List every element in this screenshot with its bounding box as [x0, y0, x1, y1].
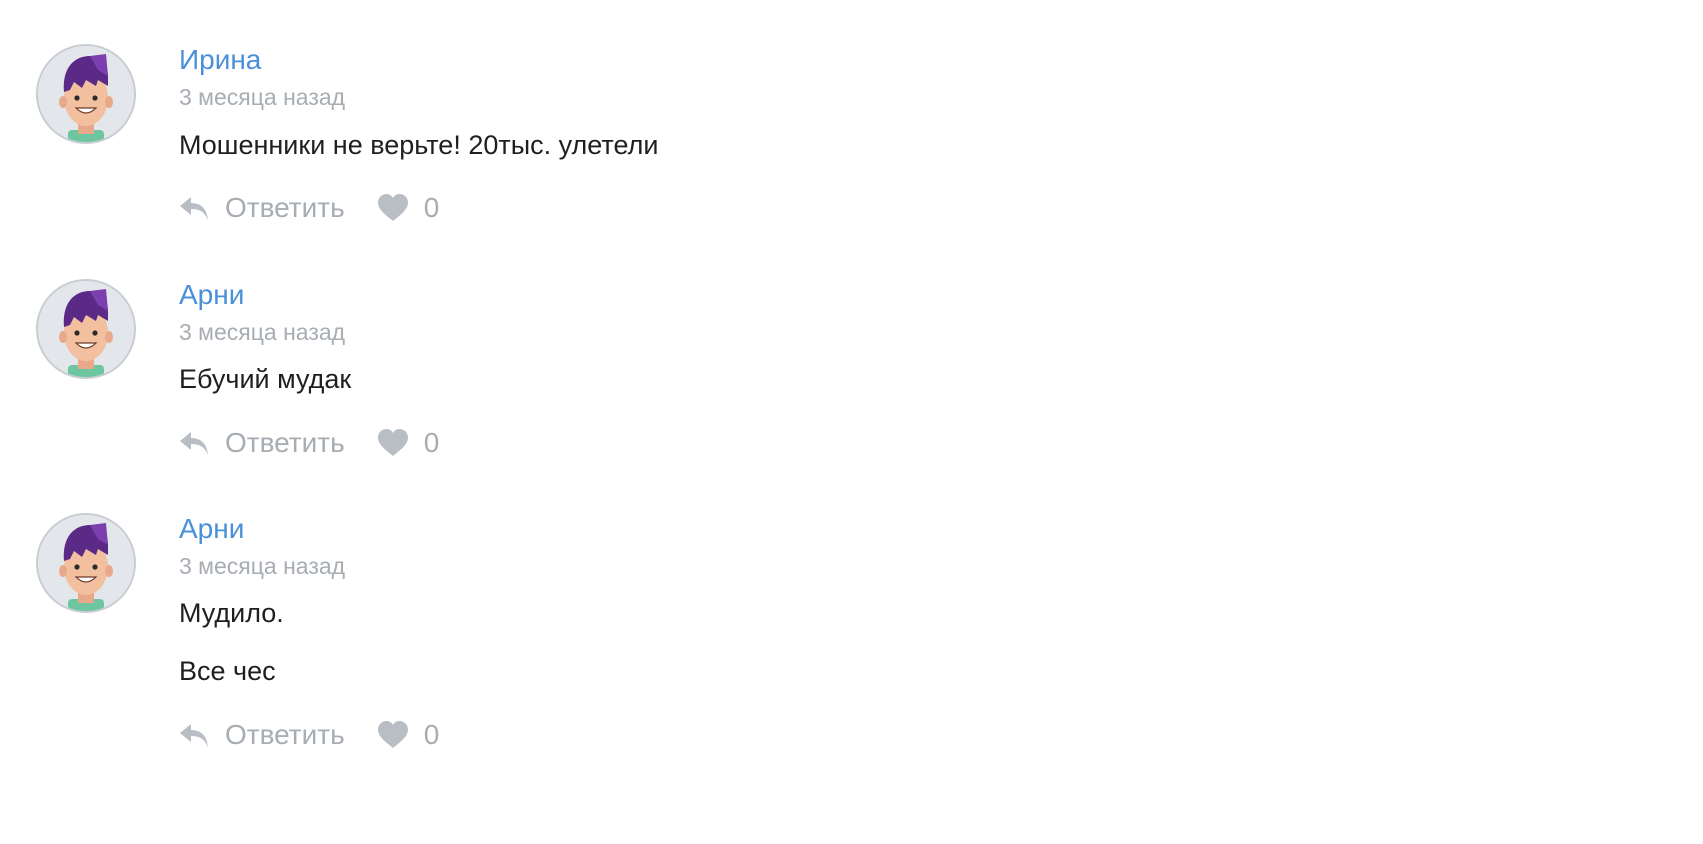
comment-actions: Ответить 0 — [179, 717, 439, 753]
author-name[interactable]: Арни — [179, 279, 244, 311]
cartoon-man-avatar-icon — [38, 515, 134, 611]
reply-arrow-icon — [180, 724, 208, 747]
like-button[interactable]: 0 — [377, 192, 440, 224]
comment-actions: Ответить 0 — [179, 190, 439, 226]
reply-label: Ответить — [225, 427, 345, 458]
comment-timestamp: 3 месяца назад — [179, 553, 346, 579]
reply-arrow-icon — [180, 197, 208, 220]
reply-label: Ответить — [225, 192, 345, 223]
avatar[interactable] — [36, 279, 136, 379]
like-button[interactable]: 0 — [377, 719, 440, 751]
like-count: 0 — [423, 192, 440, 223]
cartoon-man-avatar-icon — [38, 281, 134, 377]
comment-timestamp: 3 месяца назад — [179, 84, 346, 110]
like-count: 0 — [423, 719, 440, 750]
comment-text: Все чес — [179, 656, 276, 686]
avatar[interactable] — [36, 513, 136, 613]
cartoon-man-avatar-icon — [38, 46, 134, 142]
author-name[interactable]: Арни — [179, 513, 244, 545]
comment-text: Мудило. — [179, 598, 284, 628]
reply-label: Ответить — [225, 719, 345, 750]
like-count: 0 — [423, 427, 440, 458]
heart-icon — [377, 721, 408, 748]
heart-icon — [377, 429, 408, 456]
comment-text: Ебучий мудак — [179, 364, 352, 394]
heart-icon — [377, 194, 408, 221]
comment-text: Мошенники не верьте! 20тыс. улетели — [179, 130, 659, 160]
avatar[interactable] — [36, 44, 136, 144]
like-button[interactable]: 0 — [377, 427, 440, 459]
reply-button[interactable]: Ответить — [179, 719, 345, 751]
reply-arrow-icon — [180, 432, 208, 455]
reply-button[interactable]: Ответить — [179, 427, 345, 459]
comment-timestamp: 3 месяца назад — [179, 319, 346, 345]
comment-actions: Ответить 0 — [179, 425, 439, 461]
reply-button[interactable]: Ответить — [179, 192, 345, 224]
author-name[interactable]: Ирина — [179, 44, 261, 76]
